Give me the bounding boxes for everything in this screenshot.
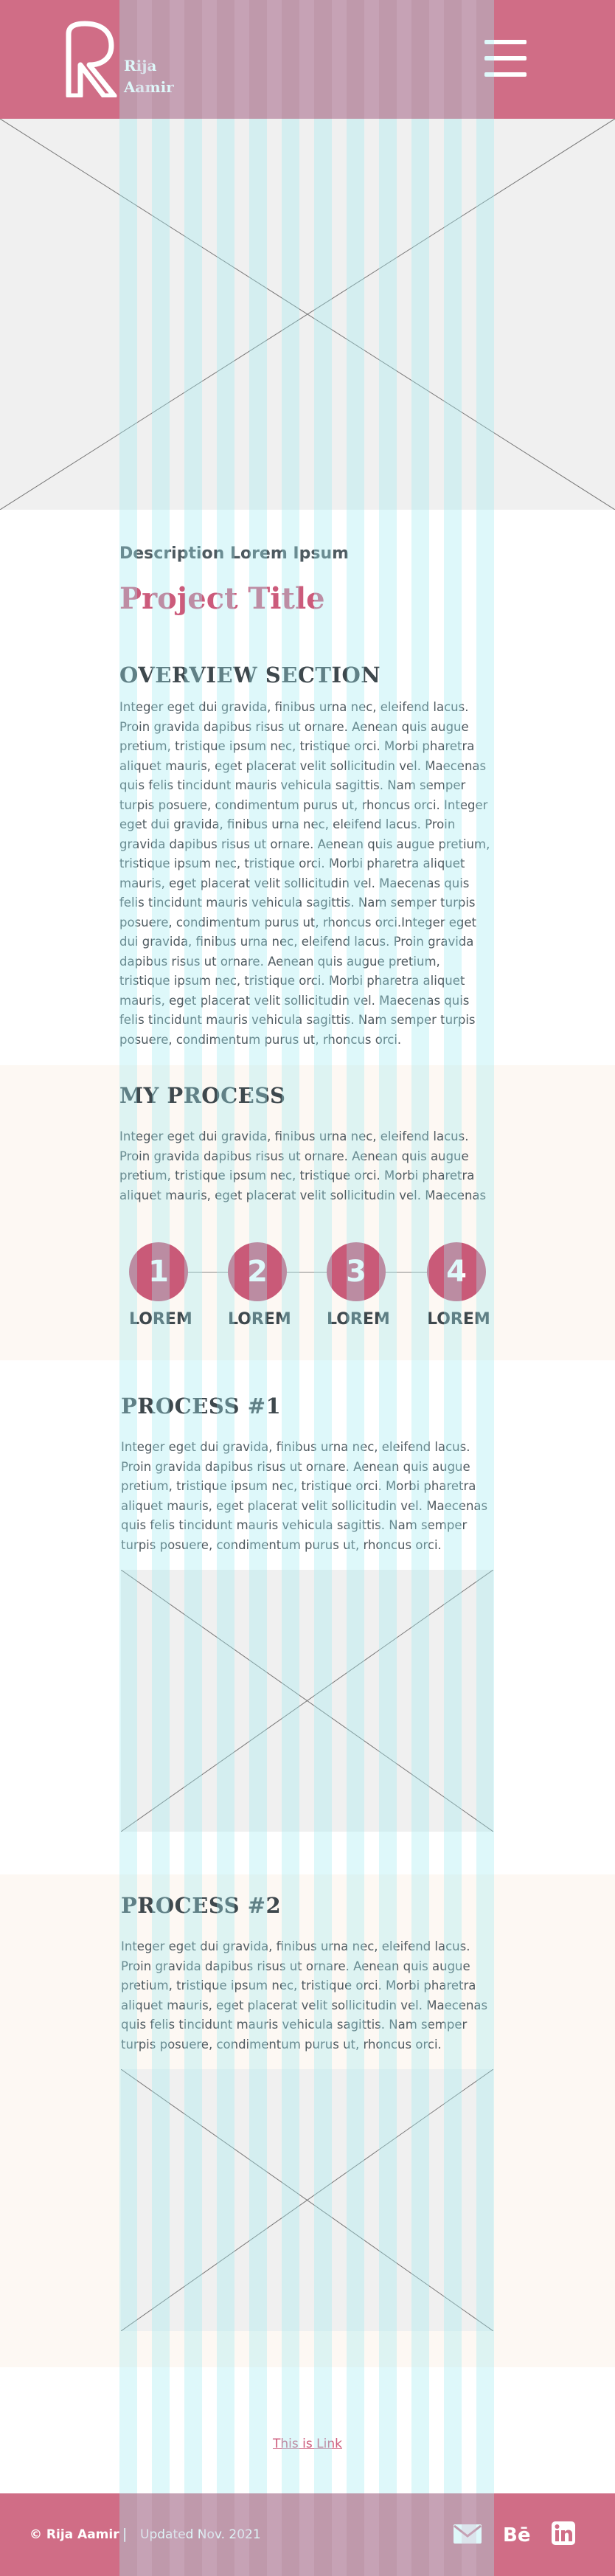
process-step-1[interactable]: 1 LOREM	[129, 1242, 192, 1329]
my-process-body: Integer eget dui gravida, finibus urna n…	[119, 1127, 496, 1205]
body-line: posuere, condimentum purus ut, rhoncus o…	[119, 915, 477, 929]
hero-image-placeholder	[0, 119, 615, 510]
body-line: Integer eget dui gravida, finibus urna n…	[119, 1129, 469, 1143]
process-step-4[interactable]: 4 LOREM	[427, 1242, 490, 1329]
image-placeholder-icon	[121, 1570, 493, 1832]
svg-text:Bē: Bē	[503, 2524, 530, 2546]
body-line: eget dui gravida, finibus urna nec, elei…	[119, 817, 456, 831]
process-1-heading: PROCESS #1	[121, 1393, 282, 1419]
footer-separator: |	[122, 2526, 128, 2542]
project-description: Description Lorem Ipsum	[119, 544, 350, 563]
my-process-heading: MY PROCESS	[119, 1083, 286, 1108]
process-2-image-placeholder	[121, 2069, 493, 2331]
image-placeholder-icon	[0, 119, 615, 510]
step-label: LOREM	[327, 1310, 390, 1329]
brand-name[interactable]: Rija Aamir	[124, 55, 174, 98]
image-placeholder-icon	[121, 2069, 493, 2331]
step-number[interactable]: 2	[228, 1242, 287, 1301]
process-step-3[interactable]: 3 LOREM	[327, 1242, 390, 1329]
mail-icon[interactable]	[451, 2518, 484, 2548]
body-line: Integer eget dui gravida, finibus urna n…	[121, 1440, 470, 1454]
step-number[interactable]: 1	[129, 1242, 188, 1301]
body-line: Proin gravida dapibus risus ut ornare. A…	[121, 1959, 470, 1973]
body-line: posuere, condimentum purus ut, rhoncus o…	[119, 1032, 402, 1047]
body-line: Proin gravida dapibus risus ut ornare. A…	[121, 1459, 470, 1474]
process-1-image-placeholder	[121, 1570, 493, 1832]
behance-icon[interactable]: Bē	[501, 2518, 534, 2548]
body-line: aliquet mauris, eget placerat velit soll…	[121, 1998, 488, 2012]
logo-icon[interactable]	[63, 21, 117, 97]
body-line: mauris, eget placerat velit sollicitudin…	[119, 993, 470, 1008]
step-number[interactable]: 4	[427, 1242, 486, 1301]
body-line: tristique ipsum nec, tristique orci. Mor…	[119, 974, 465, 988]
step-label: LOREM	[129, 1310, 192, 1329]
body-line: dui gravida, finibus urna nec, eleifend …	[119, 935, 474, 949]
step-label: LOREM	[427, 1310, 490, 1329]
body-line: Integer eget dui gravida, finibus urna n…	[119, 700, 469, 714]
body-line: gravida dapibus risus ut ornare. Aenean …	[119, 837, 490, 851]
body-line: turpis posuere, condimentum purus ut, rh…	[121, 2037, 442, 2052]
body-line: pretium, tristique ipsum nec, tristique …	[119, 739, 475, 753]
body-line: felis tincidunt mauris vehicula sagittis…	[119, 896, 476, 910]
body-line: pretium, tristique ipsum nec, tristique …	[119, 1168, 475, 1183]
body-line: quis felis tincidunt mauris vehicula sag…	[121, 2018, 468, 2032]
overview-body: Integer eget dui gravida, finibus urna n…	[119, 698, 496, 1050]
body-line: quis felis tincidunt mauris vehicula sag…	[121, 1518, 468, 1532]
text-link[interactable]: This is Link	[273, 2437, 342, 2451]
body-line: tristique ipsum nec, tristique orci. Mor…	[119, 856, 465, 870]
body-line: turpis posuere, condimentum purus ut, rh…	[121, 1537, 442, 1552]
body-line: mauris, eget placerat velit sollicitudin…	[119, 876, 470, 890]
process-1-body: Integer eget dui gravida, finibus urna n…	[121, 1438, 497, 1555]
steps-connector	[159, 1272, 456, 1273]
process-2-heading: PROCESS #2	[121, 1893, 282, 1918]
step-label: LOREM	[228, 1310, 291, 1329]
body-line: pretium, tristique ipsum nec, tristique …	[121, 1978, 476, 1992]
body-line: pretium, tristique ipsum nec, tristique …	[121, 1479, 476, 1493]
hamburger-menu-icon[interactable]	[484, 40, 527, 77]
body-line: aliquet mauris, eget placerat velit soll…	[119, 758, 487, 773]
overview-heading: OVERVIEW SECTION	[119, 662, 381, 688]
body-line: aliquet mauris, eget placerat velit soll…	[119, 1188, 487, 1202]
process-step-2[interactable]: 2 LOREM	[228, 1242, 291, 1329]
body-line: aliquet mauris, eget placerat velit soll…	[121, 1498, 488, 1513]
brand-first-name: Rija	[124, 57, 157, 75]
project-title: Project Title	[119, 581, 325, 616]
site-footer: © Rija Aamir | Updated Nov. 2021 Bē	[0, 2493, 615, 2576]
body-line: Proin gravida dapibus risus ut ornare. A…	[119, 719, 469, 734]
brand-last-name: Aamir	[124, 78, 174, 96]
step-number[interactable]: 3	[327, 1242, 386, 1301]
body-line: dapibus risus ut ornare. Aenean quis aug…	[119, 954, 440, 969]
body-line: turpis posuere, condimentum purus ut, rh…	[119, 797, 488, 812]
body-line: quis felis tincidunt mauris vehicula sag…	[119, 778, 466, 792]
site-header: Rija Aamir	[0, 0, 615, 119]
body-line: felis tincidunt mauris vehicula sagittis…	[119, 1013, 476, 1027]
body-line: Integer eget dui gravida, finibus urna n…	[121, 1939, 470, 1953]
body-line: Proin gravida dapibus risus ut ornare. A…	[119, 1149, 469, 1163]
process-2-body: Integer eget dui gravida, finibus urna n…	[121, 1937, 497, 2054]
process-steps: 1 LOREM 2 LOREM 3 LOREM 4 LOREM	[129, 1242, 490, 1331]
linkedin-icon[interactable]	[547, 2518, 580, 2548]
updated-date: Updated Nov. 2021	[140, 2527, 261, 2542]
copyright-text: © Rija Aamir	[29, 2527, 119, 2542]
